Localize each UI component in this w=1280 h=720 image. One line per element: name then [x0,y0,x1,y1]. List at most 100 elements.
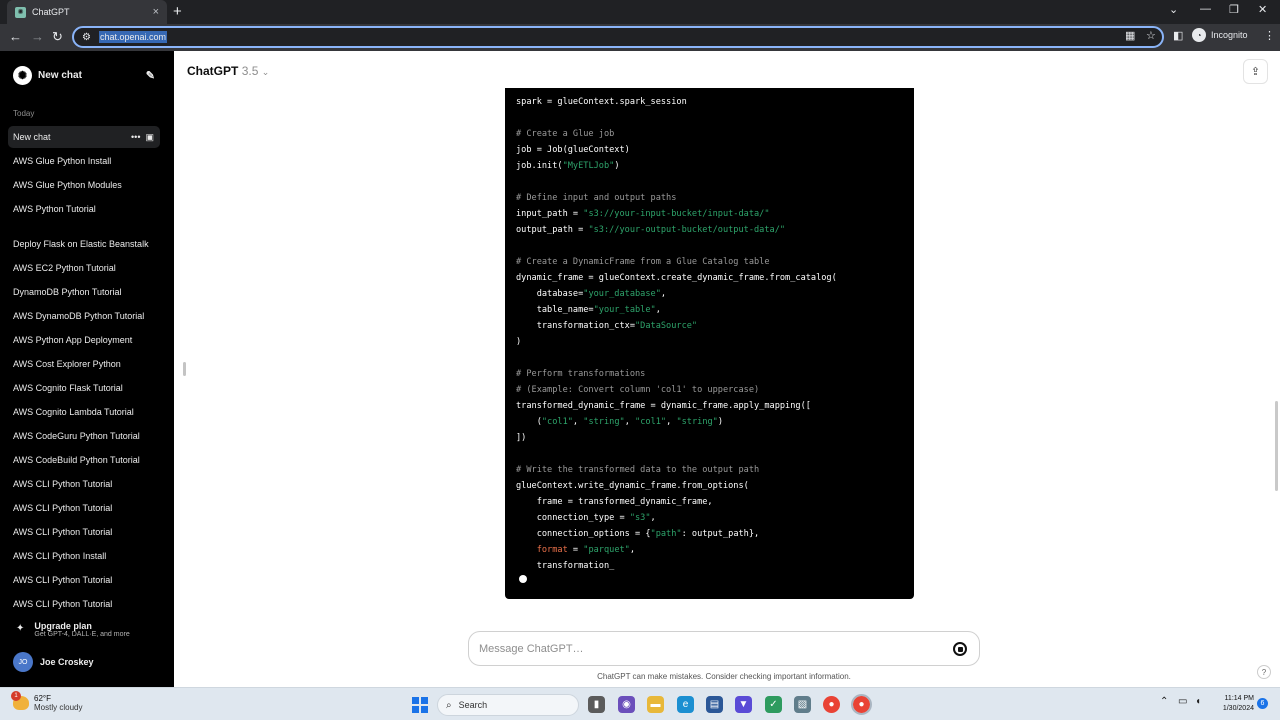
chatgpt-favicon-icon: ✺ [15,6,26,18]
code-line: input_path = "s3://your-input-bucket/inp… [516,209,770,219]
sidebar-item[interactable]: AWS CLI Python Tutorial [8,473,160,495]
weather-desc: Mostly cloudy [34,703,83,712]
minimize-icon[interactable]: — [1200,3,1211,15]
model-name: ChatGPT [187,64,239,78]
chrome-active-icon[interactable]: ● [851,694,872,715]
volume-icon[interactable]: ◖ [1195,696,1201,707]
sidebar-item[interactable]: AWS CodeBuild Python Tutorial [8,449,160,471]
start-button[interactable] [412,697,428,713]
forward-icon[interactable]: → [31,29,44,44]
tab-close-icon[interactable]: × [153,6,159,18]
help-button[interactable]: ? [1257,665,1271,679]
sidebar-toggle-handle[interactable] [183,362,186,376]
sidebar-item[interactable]: DynamoDB Python Tutorial [8,281,160,303]
code-line: transformed_dynamic_frame = dynamic_fram… [516,401,811,411]
scrollbar-thumb[interactable] [1275,401,1278,491]
address-bar[interactable]: ⚙ chat.openai.com [72,26,1164,48]
sidebar-item[interactable]: AWS EC2 Python Tutorial [8,257,160,279]
sidebar-item[interactable]: AWS Python Tutorial [8,198,160,220]
back-icon[interactable]: ← [9,29,22,44]
incognito-indicator[interactable]: ◔ Incognito [1192,28,1248,42]
stop-icon [957,646,963,652]
sidebar-item[interactable]: AWS Python App Deployment [8,329,160,351]
chrome-icon[interactable]: ● [823,696,840,713]
site-info-icon[interactable]: ⚙ [82,32,91,43]
file-explorer-icon[interactable]: ▬ [647,696,664,713]
code-line: # (Example: Convert column 'col1' to upp… [516,385,760,395]
new-tab-button[interactable]: + [173,3,182,20]
code-line: ("col1", "string", "col1", "string") [516,417,724,427]
sidebar-item[interactable]: AWS Cost Explorer Python [8,353,160,375]
qr-code-icon[interactable]: ▦ [1125,29,1135,42]
sidebar-item[interactable]: AWS CLI Python Tutorial [8,521,160,543]
chevron-down-icon: ⌄ [261,67,270,77]
photos-icon[interactable]: ▧ [794,696,811,713]
url-text[interactable]: chat.openai.com [98,31,168,43]
upgrade-title: Upgrade plan [34,621,92,631]
taskbar-search[interactable]: ⌕ Search [437,694,579,716]
weather-widget[interactable]: 1 62°F Mostly cloudy [11,691,83,712]
notification-badge[interactable]: 6 [1257,698,1268,709]
notepad-icon[interactable]: ✓ [765,696,782,713]
code-line: # Create a Glue job [516,129,615,139]
sidebar-item[interactable]: AWS Cognito Flask Tutorial [8,377,160,399]
window-close-icon[interactable]: ✕ [1258,3,1267,16]
edit-icon[interactable]: ✎ [146,69,155,82]
clock-time: 11:14 PM [1224,695,1254,702]
incognito-icon: ◔ [1192,28,1206,42]
sidebar-item[interactable]: AWS CLI Python Tutorial [8,497,160,519]
sidebar-item[interactable]: AWS CodeGuru Python Tutorial [8,425,160,447]
side-panel-icon[interactable]: ◧ [1173,29,1183,42]
scrollbar[interactable] [1272,51,1280,687]
restore-icon[interactable]: ❐ [1229,3,1239,16]
stop-generating-button[interactable] [953,642,967,656]
sidebar-item[interactable]: AWS CLI Python Tutorial [8,569,160,591]
code-line: spark = glueContext.spark_session [516,97,687,107]
sidebar-item[interactable]: AWS CLI Python Tutorial [8,593,160,615]
task-view-icon[interactable]: ▮ [588,696,605,713]
browser-tab[interactable]: ✺ ChatGPT × [7,0,167,24]
sidebar-item[interactable]: AWS DynamoDB Python Tutorial [8,305,160,327]
weather-icon: 1 [11,691,29,710]
streaming-cursor [519,575,527,583]
sidebar-item[interactable]: AWS Glue Python Modules [8,174,160,196]
disclaimer: ChatGPT can make mistakes. Consider chec… [597,672,851,681]
user-menu[interactable]: JO Joe Croskey [13,652,94,672]
app-icon-v[interactable]: ▼ [735,696,752,713]
system-clock[interactable]: 11:14 PM 1/30/2024 [1212,694,1254,714]
section-today: Today [13,109,35,118]
search-icon: ⌕ [446,699,452,711]
browser-tab-bar: ✺ ChatGPT × + ⌄ — ❐ ✕ [0,0,1280,24]
code-line: job = Job(glueContext) [516,145,630,155]
browser-menu-icon[interactable]: ⋮ [1264,29,1275,42]
sidebar-item[interactable]: AWS CLI Python Install [8,545,160,567]
upgrade-plan-button[interactable]: ✦ Upgrade plan Get GPT-4, DALL·E, and mo… [16,621,130,638]
sidebar-item-active[interactable]: New chat ••• ▣ [8,126,160,148]
new-chat-button[interactable]: ✺ New chat ✎ [13,65,161,85]
chat-app-icon[interactable]: ◉ [618,696,635,713]
share-button[interactable]: ⇪ [1243,59,1268,84]
network-icon[interactable]: ▭ [1178,696,1187,707]
model-selector[interactable]: ChatGPT 3.5 ⌄ [187,64,269,78]
more-options-icon[interactable]: ••• ▣ [131,132,154,143]
taskbar-search-label: Search [458,700,488,710]
message-composer[interactable] [468,631,980,666]
weather-badge: 1 [11,691,21,701]
store-icon[interactable]: ▤ [706,696,723,713]
sidebar-item[interactable]: AWS Cognito Lambda Tutorial [8,401,160,423]
edge-browser-icon[interactable]: e [677,696,694,713]
user-name: Joe Croskey [40,657,94,667]
reload-icon[interactable]: ↻ [52,29,63,45]
code-line: connection_options = {"path": output_pat… [516,529,760,539]
code-line: # Create a DynamicFrame from a Glue Cata… [516,257,770,267]
tab-title: ChatGPT [32,7,70,17]
main-content: ChatGPT 3.5 ⌄ ⇪ spark = glueContext.spar… [174,51,1280,687]
sidebar-item[interactable]: Deploy Flask on Elastic Beanstalk [8,233,160,255]
code-line: job.init("MyETLJob") [516,161,620,171]
tab-search-icon[interactable]: ⌄ [1169,3,1178,16]
sidebar-item[interactable]: AWS Glue Python Install [8,150,160,172]
bookmark-star-icon[interactable]: ☆ [1146,29,1156,42]
tray-chevron-icon[interactable]: ⌃ [1160,696,1168,707]
message-input[interactable] [479,642,919,655]
